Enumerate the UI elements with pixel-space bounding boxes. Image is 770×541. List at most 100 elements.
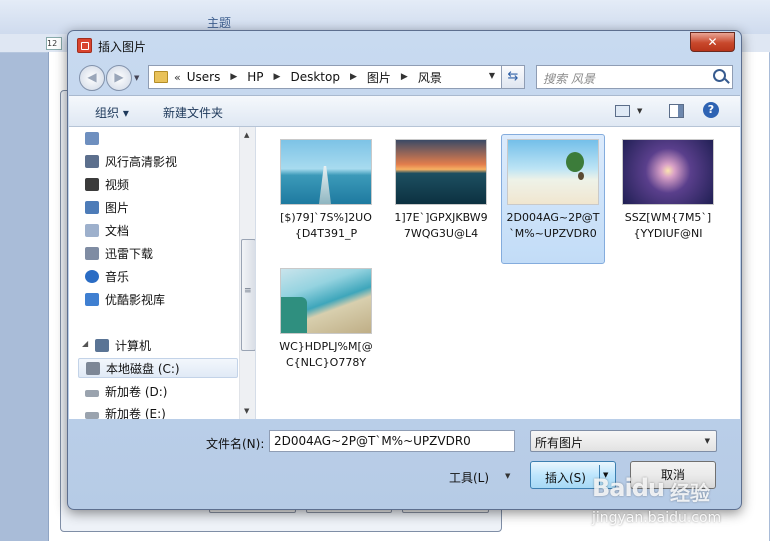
image-thumbnail bbox=[507, 139, 599, 205]
ribbon-tab-theme: 主题 bbox=[207, 16, 232, 30]
breadcrumb-desktop[interactable]: Desktop bbox=[290, 70, 340, 84]
recent-locations-chevron-icon[interactable]: ▼ bbox=[134, 74, 139, 82]
nav-item-label: 视频 bbox=[105, 178, 130, 192]
breadcrumb-separator-icon[interactable]: ▶ bbox=[230, 72, 237, 82]
file-tile[interactable]: WC}HDPLJ%M[@C{NLC}O778Y bbox=[274, 264, 378, 394]
file-type-dropdown-icon[interactable]: ▼ bbox=[705, 437, 710, 445]
help-icon[interactable]: ? bbox=[703, 102, 719, 118]
nav-item-funshion[interactable]: 风行高清影视 bbox=[85, 152, 178, 172]
insert-button[interactable]: 插入(S) ▼ bbox=[530, 461, 616, 489]
nav-item-label: 音乐 bbox=[105, 270, 130, 284]
library-icon bbox=[85, 132, 99, 145]
change-view-icon[interactable] bbox=[615, 105, 630, 117]
nav-item-label: 优酷影视库 bbox=[105, 293, 166, 307]
nav-scrollbar[interactable]: ▲ ▼ bbox=[239, 127, 255, 419]
filename-label: 文件名(N): bbox=[206, 437, 265, 451]
nav-item-drive-e[interactable]: 新加卷 (E:) bbox=[85, 404, 166, 419]
nav-item-music[interactable]: 音乐 bbox=[85, 267, 130, 287]
folder-icon bbox=[154, 71, 168, 83]
tools-chevron-icon[interactable]: ▼ bbox=[505, 472, 510, 480]
breadcrumb-overflow[interactable]: « bbox=[174, 71, 181, 84]
new-folder-button[interactable]: 新建文件夹 bbox=[163, 104, 223, 121]
image-thumbnail bbox=[280, 268, 372, 334]
computer-icon bbox=[95, 339, 109, 352]
scroll-up-icon[interactable]: ▲ bbox=[244, 131, 249, 139]
view-options-chevron-icon[interactable]: ▼ bbox=[637, 107, 642, 115]
forward-button[interactable]: ▶ bbox=[106, 65, 132, 91]
nav-item-drive-c[interactable]: 本地磁盘 (C:) bbox=[78, 358, 238, 378]
document-icon bbox=[85, 224, 99, 237]
scroll-down-icon[interactable]: ▼ bbox=[244, 407, 249, 415]
nav-item-drive-d[interactable]: 新加卷 (D:) bbox=[85, 382, 168, 402]
cancel-button[interactable]: 取消 bbox=[630, 461, 716, 489]
file-type-value: 所有图片 bbox=[535, 436, 584, 450]
insert-options-chevron-icon[interactable]: ▼ bbox=[603, 471, 608, 479]
nav-item-label: 本地磁盘 (C:) bbox=[106, 362, 180, 376]
file-name: [$)79]`7S%]2UO{D4T391_P bbox=[280, 211, 372, 240]
drive-icon bbox=[85, 412, 99, 419]
nav-item-label: 新加卷 (D:) bbox=[105, 385, 168, 399]
file-name: SSZ[WM{7M5`]{YYDIUF@NI bbox=[624, 211, 712, 240]
video-library-icon bbox=[85, 155, 99, 168]
breadcrumb-separator-icon[interactable]: ▶ bbox=[274, 72, 281, 82]
search-input[interactable]: 搜索 风景 bbox=[536, 65, 733, 89]
address-bar[interactable]: « Users ▶ HP ▶ Desktop ▶ 图片 ▶ 风景 ▼ bbox=[148, 65, 502, 89]
nav-item-label: 风行高清影视 bbox=[105, 155, 178, 169]
navigation-pane: 风行高清影视 视频 图片 文档 迅雷下载 音乐 优酷影视库 ◢ 计算机 本地磁盘… bbox=[69, 127, 256, 419]
dialog-title: 插入图片 bbox=[98, 40, 147, 54]
filename-input[interactable]: 2D004AG~2P@T`M%~UPZVDR0 ▼ bbox=[269, 430, 704, 452]
file-tile[interactable]: [$)79]`7S%]2UO{D4T391_P bbox=[274, 135, 378, 265]
nav-item-label: 图片 bbox=[105, 201, 130, 215]
nav-item-thunder-downloads[interactable]: 迅雷下载 bbox=[85, 244, 154, 264]
nav-item-label: 计算机 bbox=[115, 339, 152, 353]
tree-collapse-icon[interactable]: ◢ bbox=[82, 339, 88, 348]
picture-icon bbox=[85, 201, 99, 214]
tools-button[interactable]: 工具(L) bbox=[449, 469, 489, 486]
ruler-marker: 12 bbox=[46, 37, 62, 50]
file-list-pane: [$)79]`7S%]2UO{D4T391_P 1]7E`]GPXJKBW97W… bbox=[256, 127, 740, 419]
search-placeholder: 搜索 风景 bbox=[543, 72, 595, 86]
address-dropdown-icon[interactable]: ▼ bbox=[489, 71, 495, 80]
file-tile-selected[interactable]: 2D004AG~2P@T`M%~UPZVDR0 bbox=[501, 134, 605, 264]
file-type-select[interactable]: 所有图片 ▼ bbox=[530, 430, 717, 452]
file-tile[interactable]: 1]7E`]GPXJKBW97WQG3U@L4 bbox=[389, 135, 493, 265]
file-name: WC}HDPLJ%M[@C{NLC}O778Y bbox=[279, 340, 373, 369]
close-button[interactable]: ✕ bbox=[690, 32, 735, 52]
nav-item-documents[interactable]: 文档 bbox=[85, 221, 130, 241]
scrollbar-thumb[interactable] bbox=[241, 239, 255, 351]
nav-item-youku[interactable]: 优酷影视库 bbox=[85, 290, 166, 310]
breadcrumb-pictures[interactable]: 图片 bbox=[367, 69, 391, 86]
image-thumbnail bbox=[395, 139, 487, 205]
file-name: 2D004AG~2P@T`M%~UPZVDR0 bbox=[506, 211, 600, 240]
split-divider bbox=[599, 465, 600, 485]
youku-icon bbox=[85, 293, 99, 306]
nav-item-label: 文档 bbox=[105, 224, 130, 238]
breadcrumb-scenery[interactable]: 风景 bbox=[418, 69, 442, 86]
nav-item-pictures[interactable]: 图片 bbox=[85, 198, 130, 218]
file-tile[interactable]: SSZ[WM{7M5`]{YYDIUF@NI bbox=[616, 135, 720, 265]
preview-pane-icon[interactable] bbox=[669, 104, 684, 118]
insert-picture-dialog: 插入图片 ✕ ◀ ▶ ▼ « Users ▶ HP ▶ Desktop ▶ 图片… bbox=[67, 30, 742, 510]
breadcrumb-separator-icon[interactable]: ▶ bbox=[350, 72, 357, 82]
search-icon[interactable] bbox=[713, 69, 726, 82]
command-toolbar: 组织 ▾ 新建文件夹 ▼ ? bbox=[69, 95, 740, 127]
image-thumbnail bbox=[280, 139, 372, 205]
back-button[interactable]: ◀ bbox=[79, 65, 105, 91]
file-name: 1]7E`]GPXJKBW97WQG3U@L4 bbox=[394, 211, 488, 240]
image-thumbnail bbox=[622, 139, 714, 205]
organize-button[interactable]: 组织 ▾ bbox=[95, 104, 129, 121]
insert-label: 插入(S) bbox=[545, 471, 586, 485]
nav-item-videos[interactable]: 视频 bbox=[85, 175, 130, 195]
nav-item-computer[interactable]: 计算机 bbox=[95, 336, 152, 356]
filename-value: 2D004AG~2P@T`M%~UPZVDR0 bbox=[274, 434, 471, 448]
thunder-download-icon bbox=[85, 247, 99, 260]
refresh-icon[interactable]: ⇆ bbox=[502, 65, 525, 89]
dialog-titlebar[interactable]: 插入图片 ✕ bbox=[68, 31, 741, 59]
breadcrumb-users[interactable]: Users bbox=[187, 70, 221, 84]
breadcrumb-separator-icon[interactable]: ▶ bbox=[401, 72, 408, 82]
drive-icon bbox=[85, 390, 99, 397]
film-icon bbox=[85, 178, 99, 191]
nav-item-label: 迅雷下载 bbox=[105, 247, 154, 261]
system-drive-icon bbox=[86, 362, 100, 375]
breadcrumb-hp[interactable]: HP bbox=[247, 70, 263, 84]
